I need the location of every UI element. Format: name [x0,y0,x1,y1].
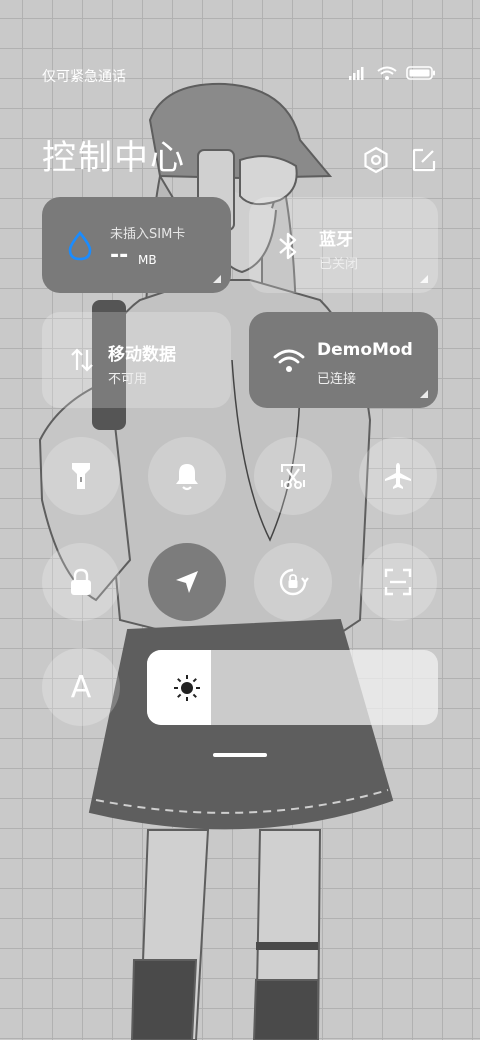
sun-icon [174,675,200,701]
airplane-toggle[interactable] [359,437,437,515]
signal-icon [349,67,364,80]
data-usage-value: -- [110,243,129,268]
mobile-data-icon [71,348,93,372]
wifi-status: 已连接 [317,372,357,387]
settings-hexagon-icon[interactable] [362,146,390,174]
scan-toggle[interactable] [359,543,437,621]
water-drop-icon [68,231,92,261]
mobile-data-tile[interactable]: 移动数据 不可用 [42,312,231,408]
battery-icon [406,66,435,80]
edit-icon[interactable] [410,146,438,174]
flashlight-toggle[interactable] [42,437,120,515]
ringer-toggle[interactable] [148,437,226,515]
drag-handle[interactable] [213,753,267,757]
status-bar: 仅可紧急通话 [42,62,436,90]
page-title: 控制中心 [42,138,186,178]
bluetooth-icon [279,232,297,260]
mobile-data-label: 移动数据 [108,345,176,365]
bluetooth-tile[interactable]: 蓝牙 已关闭 [249,197,438,293]
corner-arrow-icon [420,390,428,398]
wifi-network-name: DemoMod [317,340,413,360]
auto-brightness-toggle[interactable]: A [42,648,120,726]
lock-icon [71,568,91,595]
scan-icon [384,568,412,596]
carrier-text: 仅可紧急通话 [42,69,126,85]
bluetooth-label: 蓝牙 [319,230,353,250]
wifi-icon [273,349,305,372]
data-usage-unit: MB [138,253,157,267]
brightness-slider[interactable] [147,650,438,725]
lock-toggle[interactable] [42,543,120,621]
rotation-lock-icon [279,568,309,596]
bell-icon [176,464,198,491]
location-toggle[interactable] [148,543,226,621]
status-icons [348,66,436,80]
bluetooth-status: 已关闭 [319,257,359,272]
corner-arrow-icon [213,275,221,283]
location-arrow-icon [176,571,198,593]
wifi-icon [377,66,397,80]
scissors-icon [281,464,305,489]
rotation-lock-toggle[interactable] [254,543,332,621]
airplane-icon [385,463,411,489]
corner-arrow-icon [420,275,428,283]
mobile-data-status: 不可用 [108,372,148,387]
data-usage-label: 未插入SIM卡 [110,227,186,242]
screenshot-toggle[interactable] [254,437,332,515]
wifi-tile[interactable]: DemoMod 已连接 [249,312,438,408]
flashlight-icon [72,463,90,489]
auto-brightness-label: A [70,669,92,705]
data-usage-tile[interactable]: 未插入SIM卡 -- MB [42,197,231,293]
